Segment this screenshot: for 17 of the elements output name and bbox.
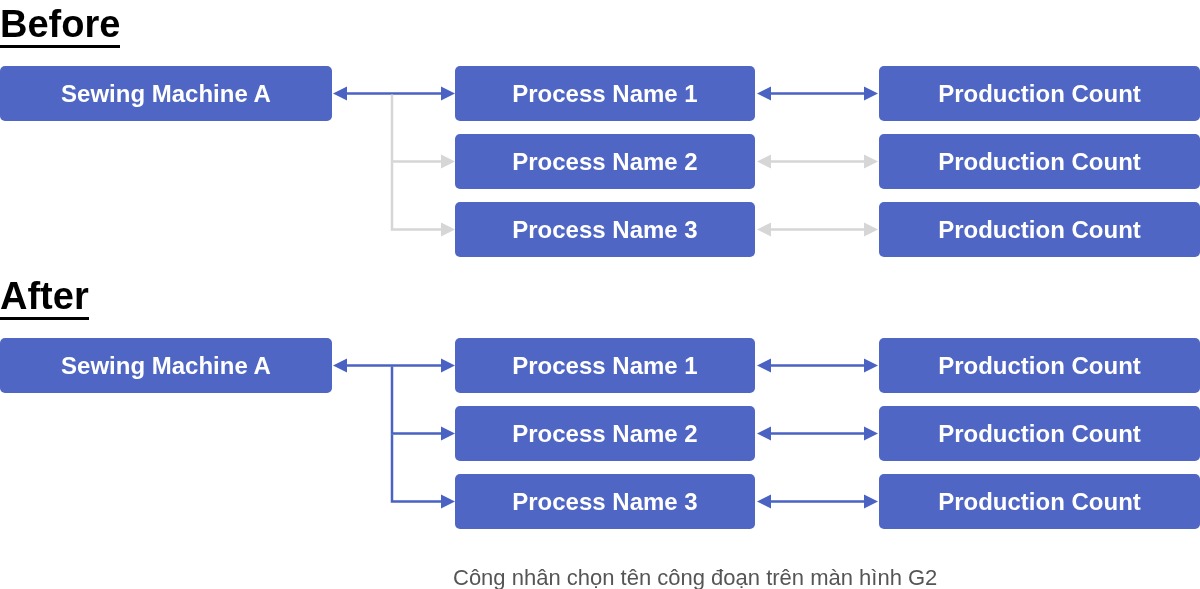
caption: Công nhân chọn tên công đoạn trên màn hình G2: [453, 565, 938, 589]
process-box: Process Name 1: [455, 338, 755, 393]
process-box: Process Name 2: [455, 406, 755, 461]
count-box: Production Count: [879, 406, 1200, 461]
count-box: Production Count: [879, 66, 1200, 121]
process-box: Process Name 2: [455, 134, 755, 189]
count-box: Production Count: [879, 474, 1200, 529]
section-title: After: [0, 275, 89, 320]
section-title: Before: [0, 3, 121, 48]
count-box: Production Count: [879, 338, 1200, 393]
count-box: Production Count: [879, 134, 1200, 189]
machine-box: Sewing Machine A: [0, 338, 332, 393]
machine-box: Sewing Machine A: [0, 66, 332, 121]
count-box: Production Count: [879, 202, 1200, 257]
process-box: Process Name 3: [455, 474, 755, 529]
process-box: Process Name 3: [455, 202, 755, 257]
process-box: Process Name 1: [455, 66, 755, 121]
